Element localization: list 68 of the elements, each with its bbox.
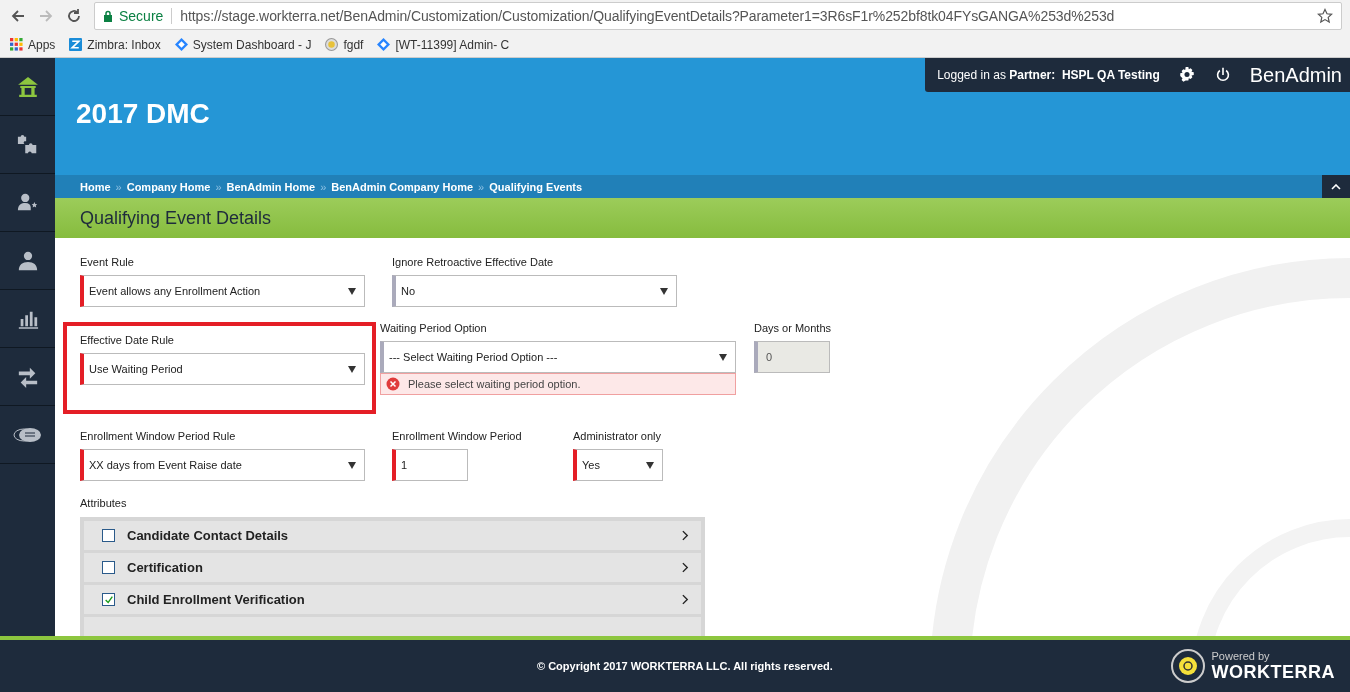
attribute-row[interactable]: Child Enrollment Verification — [84, 585, 701, 614]
checkbox[interactable] — [102, 529, 115, 542]
copyright-text: © Copyright 2017 WORKTERRA LLC. All rights reserved. — [537, 660, 833, 672]
secure-label: Secure — [119, 8, 164, 24]
breadcrumb-separator: » — [115, 180, 122, 193]
app-name: BenAdmin — [1249, 63, 1342, 87]
dropdown-field[interactable]: XX days from Event Raise date — [80, 449, 365, 481]
logged-in-text: Logged in as Partner: HSPL QA Testing — [937, 68, 1160, 82]
breadcrumb-link[interactable]: BenAdmin Company Home — [331, 180, 474, 193]
field-label: Effective Date Rule — [80, 334, 175, 346]
diamond-icon — [174, 38, 188, 51]
dropdown-field[interactable]: Yes — [573, 449, 663, 481]
swap-arrows-icon — [16, 365, 39, 388]
error-message: Please select waiting period option. — [380, 373, 736, 395]
chevron-icon — [682, 594, 689, 605]
breadcrumb-link[interactable]: Company Home — [126, 180, 211, 193]
settings-icon[interactable] — [1177, 66, 1196, 84]
seal-icon — [325, 38, 339, 51]
star-icon[interactable] — [1317, 8, 1333, 24]
bookmark-item[interactable]: Apps — [10, 37, 56, 52]
diamond-icon — [377, 38, 391, 51]
breadcrumb-separator: » — [478, 180, 485, 193]
url-text: https://stage.workterra.net/BenAdmin/Customization/Customization/QualifyingEventDetails?Parameter1=3R6sF1r%252bf8tk04FYsGANGA%253d%253d — [180, 8, 1116, 24]
page-title: Qualifying Event Details — [80, 207, 272, 229]
dropdown-field[interactable]: Use Waiting Period — [80, 353, 365, 385]
field-label: Days or Months — [754, 322, 833, 334]
bookmark-item[interactable]: System Dashboard - J — [174, 37, 312, 52]
bookmark-item[interactable]: fgdf — [325, 37, 364, 52]
checkbox[interactable] — [102, 561, 115, 574]
error-icon — [386, 377, 400, 391]
company-title: 2017 DMC — [76, 98, 210, 130]
apps-grid-icon — [10, 38, 23, 51]
input-field[interactable]: 1 — [392, 449, 468, 481]
caret-up-icon — [1331, 183, 1341, 190]
collapse-button[interactable] — [1322, 175, 1350, 198]
breadcrumb-separator: » — [320, 180, 327, 193]
attribute-row[interactable]: Certification — [84, 553, 701, 582]
z-logo-icon — [69, 38, 83, 51]
breadcrumb-link[interactable]: Home — [80, 180, 111, 193]
chevron-icon — [682, 562, 689, 573]
bookmark-item[interactable]: [WT-11399] Admin- C — [377, 37, 510, 52]
dropdown-field[interactable]: --- Select Waiting Period Option --- — [380, 341, 736, 373]
field-label: Administrator only — [573, 430, 663, 442]
user-icon — [16, 249, 39, 272]
dropdown-field[interactable]: No — [392, 275, 677, 307]
reload-icon[interactable] — [66, 8, 82, 24]
dropdown-field[interactable]: Event allows any Enrollment Action — [80, 275, 365, 307]
attribute-row[interactable]: Candidate Contact Details — [84, 521, 701, 550]
checkbox[interactable] — [102, 593, 115, 606]
field-label: Enrollment Window Period — [392, 430, 523, 442]
target-logo-icon — [1169, 648, 1206, 684]
address-bar[interactable]: Secure https://stage.workterra.net/BenAdmin/Customization/Customization/QualifyingEventDetails?Parameter1=3R6sF1r%252bf8tk04FYsGANGA%253d%253d — [94, 2, 1342, 30]
field-label: Waiting Period Option — [380, 322, 488, 334]
chevron-icon — [682, 530, 689, 541]
powered-by-text: Powered by — [1211, 649, 1271, 662]
bookmark-item[interactable]: Zimbra: Inbox — [69, 37, 161, 52]
field-label: Enrollment Window Period Rule — [80, 430, 237, 442]
lock-icon — [103, 10, 113, 22]
field-label: Ignore Retroactive Effective Date — [392, 256, 555, 268]
breadcrumb-link[interactable]: BenAdmin Home — [226, 180, 316, 193]
field-label: Event Rule — [80, 256, 135, 268]
brand-name: WORKTERRA — [1211, 661, 1335, 683]
home-icon — [16, 75, 39, 98]
back-icon[interactable] — [10, 8, 26, 24]
breadcrumb-separator: » — [215, 180, 222, 193]
section-label: Attributes — [80, 497, 128, 509]
breadcrumb-link[interactable]: Qualifying Events — [489, 180, 583, 193]
puzzle-icon — [16, 133, 39, 156]
